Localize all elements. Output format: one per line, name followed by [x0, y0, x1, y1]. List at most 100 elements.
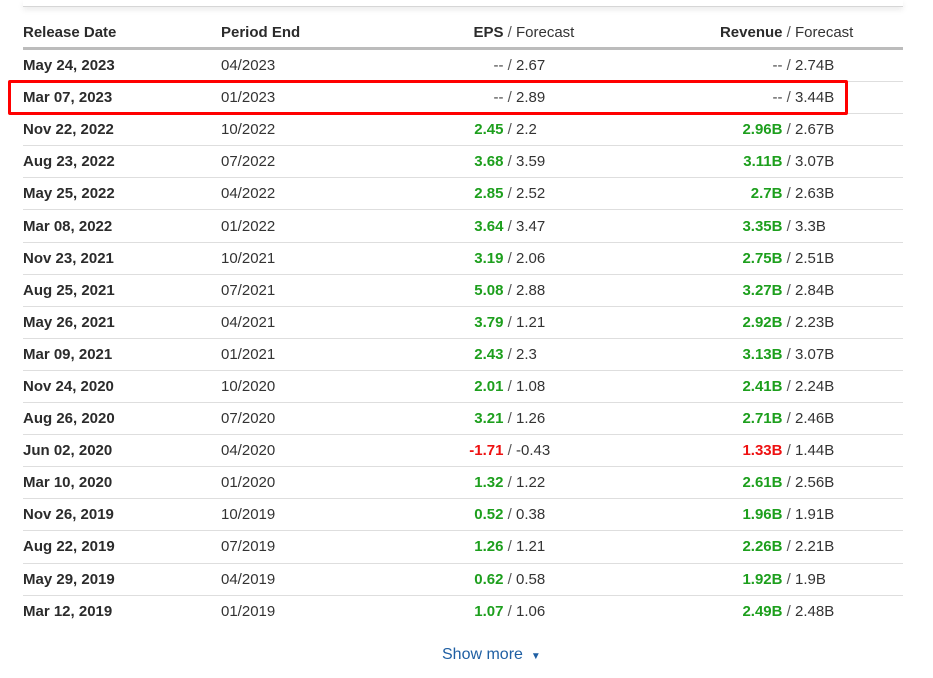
separator: /: [503, 442, 516, 460]
eps-actual: 0.62: [474, 570, 504, 588]
release-date: Jun 02, 2020: [23, 442, 113, 460]
eps-cell: 3.68 /: [371, 153, 516, 170]
release-date: May 29, 2019: [23, 570, 115, 588]
eps-actual: 3.64: [474, 217, 504, 235]
revenue-forecast: 3.07B: [795, 153, 835, 171]
revenue-actual: 2.41B: [742, 377, 783, 395]
revenue-actual: 2.7B: [750, 185, 783, 203]
table-row: Nov 24, 2020 10/2020 2.01 / 1.08 2.41B / 2.…: [23, 371, 903, 404]
eps-forecast: 2.67: [516, 57, 546, 75]
top-divider: [23, 0, 903, 7]
separator: /: [503, 345, 516, 363]
show-more-button[interactable]: Show more ▼: [442, 646, 541, 664]
eps-forecast: 3.47: [516, 217, 546, 235]
table-row: Nov 26, 2019 10/2019 0.52 / 0.38 1.96B / 1.…: [23, 499, 903, 532]
period-end: 10/2022: [221, 121, 276, 139]
release-date: May 25, 2022: [23, 185, 115, 203]
release-date: Aug 26, 2020: [23, 410, 115, 428]
revenue-forecast: 1.44B: [795, 442, 835, 460]
separator: /: [503, 538, 516, 556]
separator: /: [503, 313, 516, 331]
period-end: 01/2020: [221, 474, 276, 492]
earnings-table: Release Date Period End EPS / Forecast R…: [23, 17, 903, 628]
eps-forecast: 2.06: [516, 249, 546, 267]
release-date: Mar 10, 2020: [23, 474, 113, 492]
table-row: Aug 26, 2020 07/2020 3.21 / 1.26 2.71B / 2.…: [23, 403, 903, 436]
period-end: 04/2023: [221, 57, 276, 75]
period-end: 01/2021: [221, 345, 276, 363]
revenue-cell: 1.92B /: [666, 571, 795, 588]
eps-cell: 0.62 /: [371, 571, 516, 588]
separator: /: [782, 538, 795, 556]
eps-actual: 2.45: [474, 121, 504, 139]
period-end: 01/2023: [221, 89, 276, 107]
revenue-actual: 2.96B: [742, 121, 783, 139]
eps-cell: 3.79 /: [371, 314, 516, 331]
eps-cell: -1.71 /: [371, 442, 516, 459]
eps-forecast: -0.43: [516, 442, 551, 460]
revenue-actual: 2.92B: [742, 313, 783, 331]
separator: /: [782, 121, 795, 139]
header-revenue[interactable]: Revenue /: [666, 24, 795, 41]
revenue-cell: 1.33B /: [666, 442, 795, 459]
revenue-actual: 3.35B: [742, 217, 783, 235]
period-end: 07/2020: [221, 410, 276, 428]
separator: /: [782, 57, 795, 75]
revenue-cell: 2.96B /: [666, 121, 795, 138]
eps-cell: 2.01 /: [371, 378, 516, 395]
revenue-forecast: 1.91B: [795, 506, 835, 524]
period-end: 10/2019: [221, 506, 276, 524]
header-eps-forecast[interactable]: Forecast: [516, 24, 666, 41]
header-release-date[interactable]: Release Date: [23, 24, 221, 41]
separator: /: [782, 570, 795, 588]
eps-forecast: 1.06: [516, 603, 546, 621]
eps-forecast: 1.08: [516, 377, 546, 395]
period-end: 04/2021: [221, 313, 276, 331]
revenue-actual: 2.26B: [742, 538, 783, 556]
separator: /: [503, 603, 516, 621]
header-separator: /: [503, 23, 516, 41]
header-eps-label: EPS: [473, 23, 504, 41]
table-row: Mar 08, 2022 01/2022 3.64 / 3.47 3.35B / 3.…: [23, 210, 903, 243]
revenue-cell: -- /: [666, 89, 795, 106]
revenue-cell: 2.61B /: [666, 474, 795, 491]
header-revenue-forecast[interactable]: Forecast: [795, 24, 895, 41]
eps-forecast: 1.21: [516, 538, 546, 556]
eps-cell: -- /: [371, 89, 516, 106]
revenue-cell: 2.71B /: [666, 410, 795, 427]
eps-forecast: 2.3: [516, 345, 537, 363]
separator: /: [782, 377, 795, 395]
eps-cell: 2.43 /: [371, 346, 516, 363]
eps-cell: 1.32 /: [371, 474, 516, 491]
revenue-cell: 2.26B /: [666, 538, 795, 555]
revenue-actual: 2.75B: [742, 249, 783, 267]
separator: /: [782, 313, 795, 331]
revenue-forecast: 2.24B: [795, 377, 835, 395]
separator: /: [782, 185, 795, 203]
period-end: 10/2020: [221, 377, 276, 395]
separator: /: [503, 474, 516, 492]
separator: /: [782, 249, 795, 267]
table-row: Mar 12, 2019 01/2019 1.07 / 1.06 2.49B / 2.…: [23, 596, 903, 628]
header-eps[interactable]: EPS /: [371, 24, 516, 41]
header-period-end[interactable]: Period End: [221, 24, 371, 41]
revenue-forecast: 2.48B: [795, 603, 835, 621]
eps-actual: 3.68: [474, 153, 504, 171]
revenue-cell: 3.13B /: [666, 346, 795, 363]
release-date: Aug 23, 2022: [23, 153, 115, 171]
revenue-cell: -- /: [666, 57, 795, 74]
revenue-actual: 3.27B: [742, 281, 783, 299]
eps-actual: 3.79: [474, 313, 504, 331]
separator: /: [782, 153, 795, 171]
revenue-cell: 2.41B /: [666, 378, 795, 395]
eps-forecast: 2.2: [516, 121, 537, 139]
separator: /: [503, 249, 516, 267]
eps-actual: 2.85: [474, 185, 504, 203]
separator: /: [503, 377, 516, 395]
revenue-actual: 3.11B: [743, 153, 783, 171]
separator: /: [782, 281, 795, 299]
release-date: Mar 09, 2021: [23, 345, 113, 363]
revenue-cell: 3.35B /: [666, 218, 795, 235]
table-row: Jun 02, 2020 04/2020 -1.71 / -0.43 1.33B / …: [23, 435, 903, 468]
release-date: Aug 25, 2021: [23, 281, 115, 299]
